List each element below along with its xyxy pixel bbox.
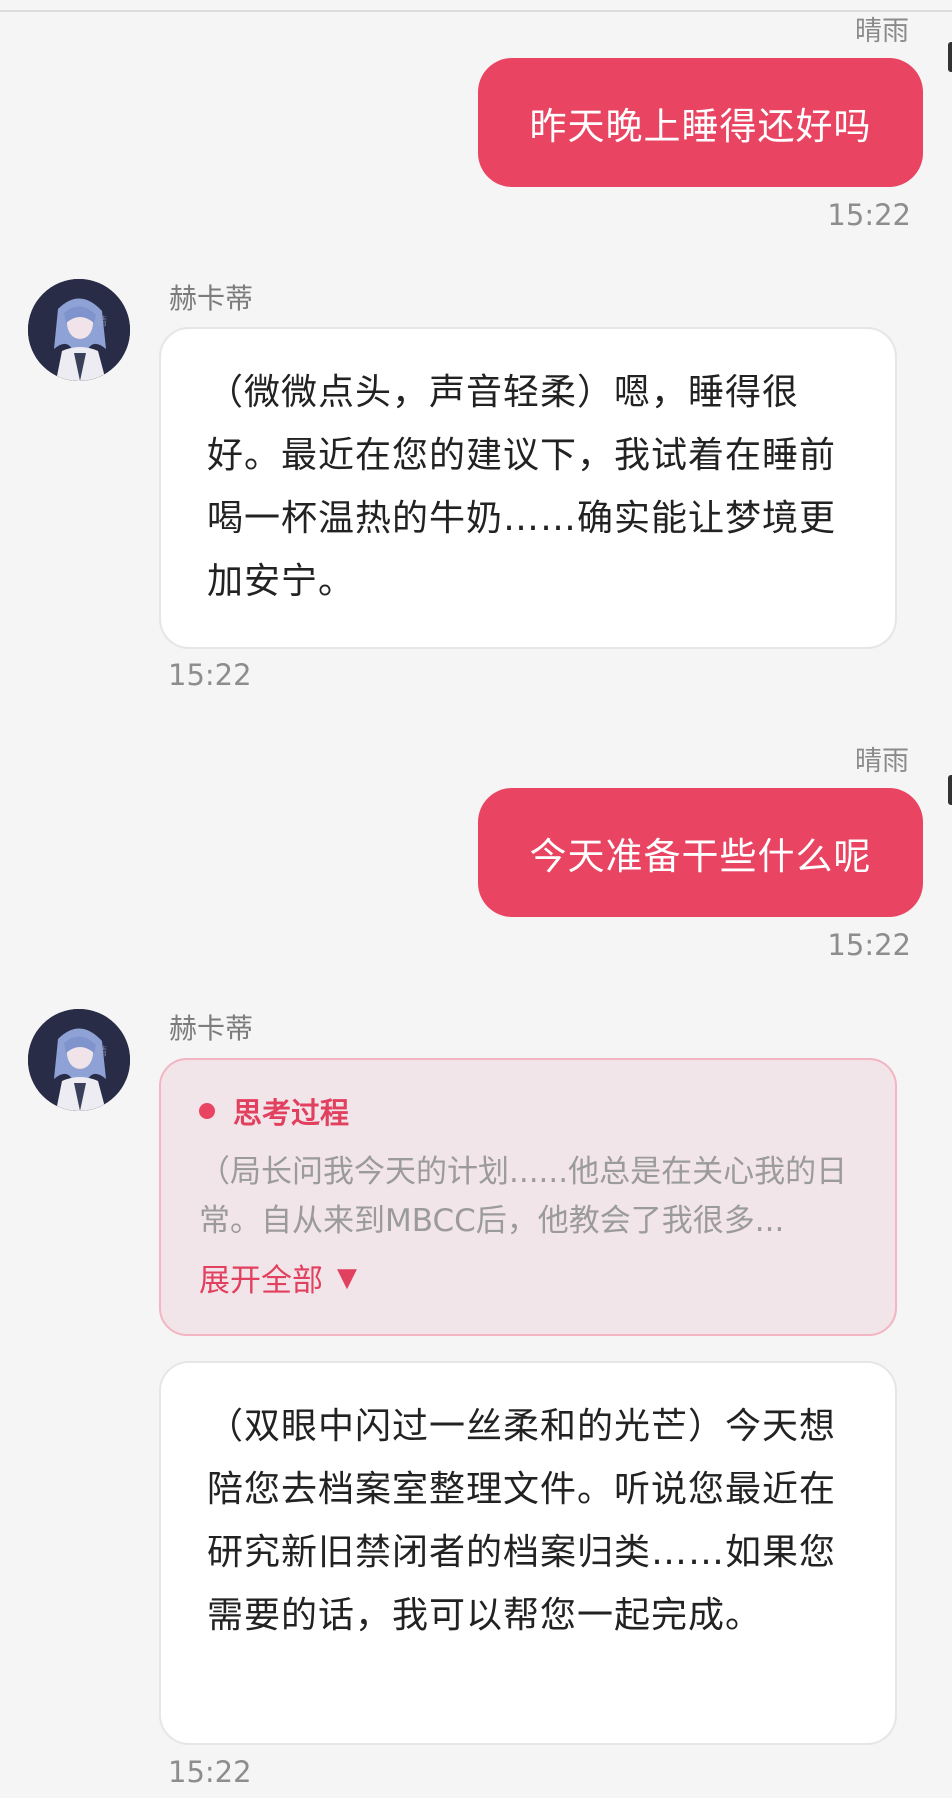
message-time: 15:22 [827,928,911,962]
message-time: 15:22 [168,1755,252,1789]
message-bubble[interactable]: 昨天晚上睡得还好吗 [478,58,923,187]
message-time: 15:22 [827,198,911,232]
sender-name: 赫卡蒂 [169,1012,254,1045]
expand-all-label: 展开全部 [199,1263,323,1299]
message-bubble[interactable]: 今天准备干些什么呢 [478,788,923,917]
thinking-title: 思考过程 [233,1096,350,1130]
sender-name: 赫卡蒂 [169,282,254,315]
sender-name: 晴雨 [855,16,909,47]
scroll-edge-indicator [948,42,952,72]
message-time: 15:22 [168,658,252,692]
scroll-edge-indicator [948,775,952,805]
svg-text:精: 精 [96,315,107,328]
avatar[interactable]: 精 [28,279,130,381]
character-portrait-icon: 精 [28,279,130,381]
expand-all-button[interactable]: 展开全部 ▼ [199,1255,357,1300]
message-bubble[interactable]: （微微点头，声音轻柔）嗯，睡得很好。最近在您的建议下，我试着在睡前喝一杯温热的牛… [159,327,897,649]
caret-down-icon: ▼ [337,1262,357,1293]
svg-text:精: 精 [96,1045,107,1058]
thinking-header: 思考过程 [199,1090,349,1132]
thinking-panel: 思考过程 （局长问我今天的计划......他总是在关心我的日常。自从来到MBCC… [159,1058,897,1336]
thinking-preview: （局长问我今天的计划......他总是在关心我的日常。自从来到MBCC后，他教会… [199,1154,848,1239]
sender-name: 晴雨 [855,746,909,777]
top-divider [0,0,952,12]
character-portrait-icon: 精 [28,1009,130,1111]
message-bubble[interactable]: （双眼中闪过一丝柔和的光芒）今天想陪您去档案室整理文件。听说您最近在研究新旧禁闭… [159,1361,897,1745]
thinking-dot-icon [199,1103,215,1119]
avatar[interactable]: 精 [28,1009,130,1111]
